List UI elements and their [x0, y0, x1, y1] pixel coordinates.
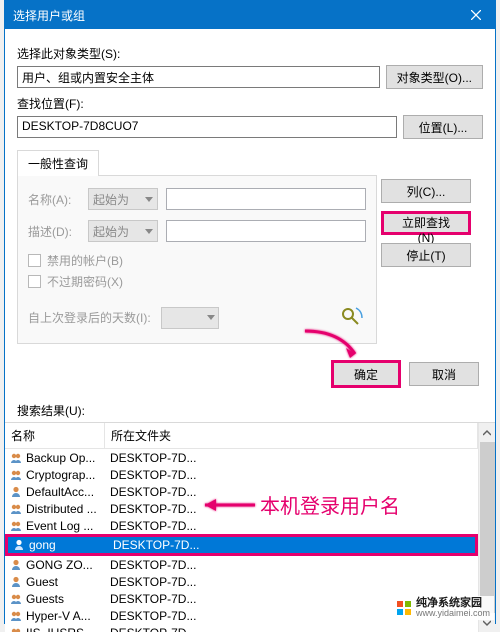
desc-filter-label: 描述(D):: [28, 223, 80, 240]
object-type-field[interactable]: 用户、组或内置安全主体: [17, 66, 380, 88]
list-header: 名称 所在文件夹: [5, 423, 478, 449]
watermark-url: www.yidaimei.com: [416, 609, 490, 618]
row-folder: DESKTOP-7D...: [106, 519, 478, 533]
row-folder: DESKTOP-7D...: [106, 502, 478, 516]
group-icon: [9, 609, 23, 623]
list-row[interactable]: GuestDESKTOP-7D...: [5, 573, 478, 590]
tab-common-queries[interactable]: 一般性查询: [17, 150, 99, 176]
object-types-button[interactable]: 对象类型(O)...: [386, 65, 483, 89]
row-name: gong: [29, 538, 109, 552]
list-row[interactable]: Distributed ...DESKTOP-7D...: [5, 500, 478, 517]
group-icon: [9, 519, 23, 533]
titlebar[interactable]: 选择用户或组: [5, 1, 495, 29]
list-row[interactable]: GONG ZO...DESKTOP-7D...: [5, 556, 478, 573]
row-folder: DESKTOP-7D...: [106, 468, 478, 482]
list-row[interactable]: gongDESKTOP-7D...: [5, 534, 478, 556]
chevron-down-icon: [145, 197, 153, 202]
select-users-dialog: 选择用户或组 选择此对象类型(S): 用户、组或内置安全主体 对象类型(O)..…: [4, 0, 496, 624]
watermark-logo-icon: [396, 600, 412, 616]
close-icon: [471, 10, 481, 20]
user-icon: [9, 485, 23, 499]
row-folder: DESKTOP-7D...: [106, 575, 478, 589]
dirsearch-icon: [340, 306, 366, 329]
name-filter-label: 名称(A):: [28, 191, 80, 208]
row-folder: DESKTOP-7D...: [109, 538, 475, 552]
chevron-down-icon: [207, 315, 215, 320]
name-mode-select[interactable]: 起始为: [88, 188, 158, 210]
row-name: Backup Op...: [26, 451, 106, 465]
list-row[interactable]: IIS_IUSRSDESKTOP-7D...: [5, 624, 478, 632]
scroll-up-button[interactable]: [480, 425, 495, 440]
location-field[interactable]: DESKTOP-7D8CUO7: [17, 116, 397, 138]
group-icon: [9, 468, 23, 482]
desc-mode-select[interactable]: 起始为: [88, 220, 158, 242]
group-icon: [9, 502, 23, 516]
row-folder: DESKTOP-7D...: [106, 626, 478, 632]
bottom-buttons: 确定 取消: [17, 360, 483, 388]
scroll-thumb[interactable]: [480, 442, 495, 613]
group-icon: [9, 626, 23, 632]
find-now-button[interactable]: 立即查找(N): [381, 211, 471, 235]
locations-button[interactable]: 位置(L)...: [403, 115, 483, 139]
location-label: 查找位置(F):: [17, 95, 483, 112]
common-queries-area: 一般性查询 名称(A): 起始为 描述(D): 起始为 禁用的帐户(B): [17, 149, 483, 344]
stop-button[interactable]: 停止(T): [381, 243, 471, 267]
nonexpiring-pwd-label: 不过期密码(X): [47, 273, 123, 290]
titlebar-title: 选择用户或组: [13, 7, 85, 24]
group-icon: [9, 592, 23, 606]
user-icon: [9, 558, 23, 572]
columns-button[interactable]: 列(C)...: [381, 179, 471, 203]
days-since-login-select[interactable]: [161, 307, 219, 329]
list-row[interactable]: Event Log ...DESKTOP-7D...: [5, 517, 478, 534]
name-filter-input[interactable]: [166, 188, 366, 210]
group-icon: [9, 451, 23, 465]
list-row[interactable]: Cryptograp...DESKTOP-7D...: [5, 466, 478, 483]
disabled-accounts-checkbox[interactable]: [28, 254, 41, 267]
row-name: Hyper-V A...: [26, 609, 106, 623]
days-since-login-label: 自上次登录后的天数(I):: [28, 309, 151, 326]
nonexpiring-pwd-checkbox[interactable]: [28, 275, 41, 288]
disabled-accounts-label: 禁用的帐户(B): [47, 252, 123, 269]
row-name: DefaultAcc...: [26, 485, 106, 499]
row-name: Cryptograp...: [26, 468, 106, 482]
object-type-label: 选择此对象类型(S):: [17, 45, 483, 62]
row-name: Guests: [26, 592, 106, 606]
tab-body: 名称(A): 起始为 描述(D): 起始为 禁用的帐户(B) 不过期密码(X): [17, 175, 377, 344]
column-folder[interactable]: 所在文件夹: [105, 423, 478, 448]
cancel-button[interactable]: 取消: [409, 362, 479, 386]
list-row[interactable]: Backup Op...DESKTOP-7D...: [5, 449, 478, 466]
side-buttons: 列(C)... 立即查找(N) 停止(T): [381, 179, 471, 267]
desc-filter-input[interactable]: [166, 220, 366, 242]
user-icon: [12, 538, 26, 552]
chevron-down-icon: [145, 229, 153, 234]
user-icon: [9, 575, 23, 589]
dialog-content: 选择此对象类型(S): 用户、组或内置安全主体 对象类型(O)... 查找位置(…: [5, 29, 495, 394]
row-name: Distributed ...: [26, 502, 106, 516]
row-name: Event Log ...: [26, 519, 106, 533]
row-name: IIS_IUSRS: [26, 626, 106, 632]
column-name[interactable]: 名称: [5, 423, 105, 448]
close-button[interactable]: [457, 1, 495, 29]
list-row[interactable]: DefaultAcc...DESKTOP-7D...: [5, 483, 478, 500]
row-name: GONG ZO...: [26, 558, 106, 572]
row-folder: DESKTOP-7D...: [106, 485, 478, 499]
row-folder: DESKTOP-7D...: [106, 558, 478, 572]
watermark: 纯净系统家园 www.yidaimei.com: [392, 596, 494, 620]
ok-button[interactable]: 确定: [331, 360, 401, 388]
row-name: Guest: [26, 575, 106, 589]
row-folder: DESKTOP-7D...: [106, 451, 478, 465]
results-label: 搜索结果(U):: [5, 402, 495, 419]
